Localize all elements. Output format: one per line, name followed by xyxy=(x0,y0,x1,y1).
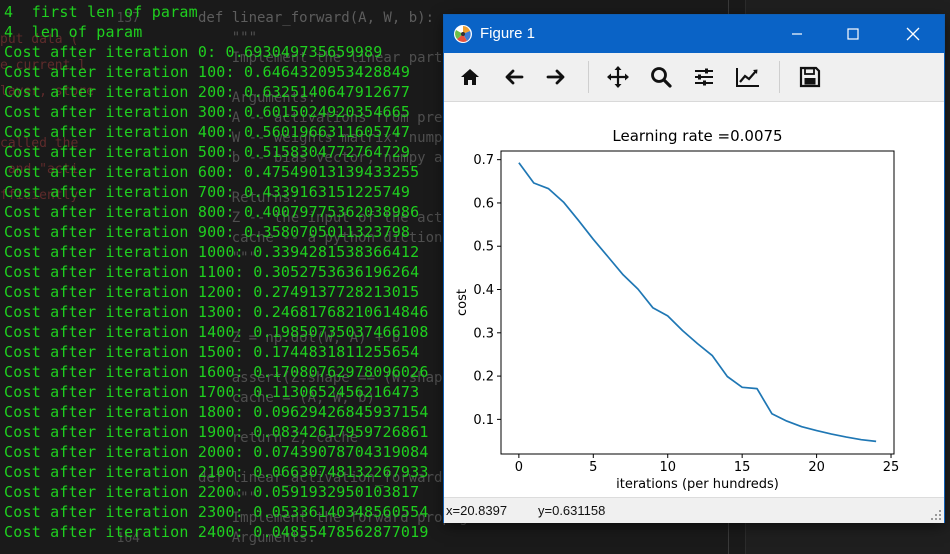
terminal-line: Cost after iteration 2300: 0.05336140348… xyxy=(4,503,429,521)
figure-toolbar xyxy=(444,53,944,102)
maximize-icon xyxy=(847,28,859,40)
terminal-line: Cost after iteration 400: 0.560196631160… xyxy=(4,123,411,141)
terminal-line: Cost after iteration 1100: 0.30527536361… xyxy=(4,263,420,281)
x-tick-label: 15 xyxy=(734,460,751,475)
terminal-line: Cost after iteration 1000: 0.33942815383… xyxy=(4,243,420,261)
line-chart[interactable]: 0 5 10 15 20 25 0.1 0.2 0.3 0.4 0.5 0.6 0.7 Learning … xyxy=(444,102,944,497)
close-icon xyxy=(906,27,920,41)
status-bar: x=20.8397 y=0.631158 xyxy=(444,497,944,523)
maximize-button[interactable] xyxy=(830,15,876,53)
y-tick-label: 0.1 xyxy=(473,413,494,428)
home-icon xyxy=(461,69,479,85)
terminal-line: Cost after iteration 300: 0.601502492035… xyxy=(4,103,411,121)
forward-button[interactable] xyxy=(538,59,574,95)
axes-frame xyxy=(500,150,895,455)
terminal-line: Cost after iteration 1800: 0.09629426845… xyxy=(4,403,429,421)
back-button[interactable] xyxy=(496,59,532,95)
terminal-line: Cost after iteration 1400: 0.19850735037… xyxy=(4,323,429,341)
configure-subplots-button[interactable] xyxy=(686,59,722,95)
close-button[interactable] xyxy=(890,15,936,53)
toolbar-separator xyxy=(779,61,780,93)
cost-series-line xyxy=(518,162,877,443)
chart-title: Learning rate =0.0075 xyxy=(612,127,782,145)
terminal-line: Cost after iteration 900: 0.358070501132… xyxy=(4,223,411,241)
y-tick-label: 0.4 xyxy=(473,283,494,298)
terminal-line: Cost after iteration 700: 0.433916315122… xyxy=(4,183,411,201)
window-titlebar[interactable]: Figure 1 xyxy=(444,15,944,53)
terminal-line: Cost after iteration 1700: 0.11306524562… xyxy=(4,383,420,401)
terminal-line: Cost after iteration 2100: 0.06630748132… xyxy=(4,463,429,481)
minimize-icon xyxy=(792,33,802,35)
terminal-line: 4 first len of param xyxy=(4,3,198,21)
window-title: Figure 1 xyxy=(480,25,536,42)
x-tick-label: 0 xyxy=(515,460,523,475)
terminal-line: Cost after iteration 1200: 0.27491377282… xyxy=(4,283,420,301)
terminal-line: Cost after iteration 100: 0.646432095342… xyxy=(4,63,411,81)
edit-axis-button[interactable] xyxy=(730,59,766,95)
y-coordinate-readout: y=0.631158 xyxy=(538,503,606,518)
save-button[interactable] xyxy=(792,59,828,95)
x-coordinate-readout: x=20.8397 xyxy=(446,503,508,518)
y-tick-label: 0.2 xyxy=(473,370,494,385)
edit-axis-icon xyxy=(736,68,759,87)
figure-window[interactable]: Figure 1 0 5 10 15 20 25 0.1 0.2 0.3 0.4… xyxy=(444,15,944,523)
y-tick-label: 0.3 xyxy=(473,326,494,341)
plot-canvas[interactable]: 0 5 10 15 20 25 0.1 0.2 0.3 0.4 0.5 0.6 0.7 Learning … xyxy=(444,102,944,497)
y-tick-label: 0.5 xyxy=(473,240,494,255)
terminal-line: Cost after iteration 1900: 0.08342617959… xyxy=(4,423,429,441)
terminal-line: Cost after iteration 200: 0.632514064791… xyxy=(4,83,411,101)
terminal-line: Cost after iteration 600: 0.475490131394… xyxy=(4,163,420,181)
terminal-line: Cost after iteration 1600: 0.17080762978… xyxy=(4,363,429,381)
minimize-button[interactable] xyxy=(774,15,820,53)
toolbar-separator xyxy=(588,61,589,93)
configure-subplots-icon xyxy=(695,68,713,86)
x-tick-label: 20 xyxy=(808,460,825,475)
back-arrow-icon xyxy=(505,69,524,85)
matplotlib-logo-icon xyxy=(454,25,472,43)
zoom-button[interactable] xyxy=(643,59,679,95)
y-tick-label: 0.7 xyxy=(473,153,494,168)
terminal-line: Cost after iteration 800: 0.400797753620… xyxy=(4,203,420,221)
save-icon xyxy=(799,66,821,88)
terminal-line: Cost after iteration 1300: 0.24681768210… xyxy=(4,303,429,321)
code-line: def linear_forward(A, W, b): xyxy=(198,10,435,26)
terminal-line: Cost after iteration 1500: 0.17448318112… xyxy=(4,343,420,361)
zoom-icon xyxy=(651,67,672,88)
terminal-line: Cost after iteration 2200: 0.05919329501… xyxy=(4,483,420,501)
x-tick-label: 5 xyxy=(589,460,597,475)
resize-grip-icon[interactable] xyxy=(931,510,941,520)
terminal-line: Cost after iteration 500: 0.515830477276… xyxy=(4,143,411,161)
terminal-line: Cost after iteration 0: 0.69304973565998… xyxy=(4,43,383,61)
pan-button[interactable] xyxy=(600,59,636,95)
x-axis-label: iterations (per hundreds) xyxy=(616,477,779,492)
terminal-line: Cost after iteration 2000: 0.07439078704… xyxy=(4,443,429,461)
home-button[interactable] xyxy=(452,59,488,95)
y-tick-label: 0.6 xyxy=(473,196,494,211)
terminal-line: Cost after iteration 2400: 0.04855478562… xyxy=(4,523,429,541)
forward-arrow-icon xyxy=(546,69,565,85)
x-tick-label: 10 xyxy=(659,460,676,475)
x-tick-label: 25 xyxy=(883,460,900,475)
y-axis-label: cost xyxy=(455,289,470,316)
pan-icon xyxy=(607,66,629,88)
terminal-line: 4 len of param xyxy=(4,23,143,41)
